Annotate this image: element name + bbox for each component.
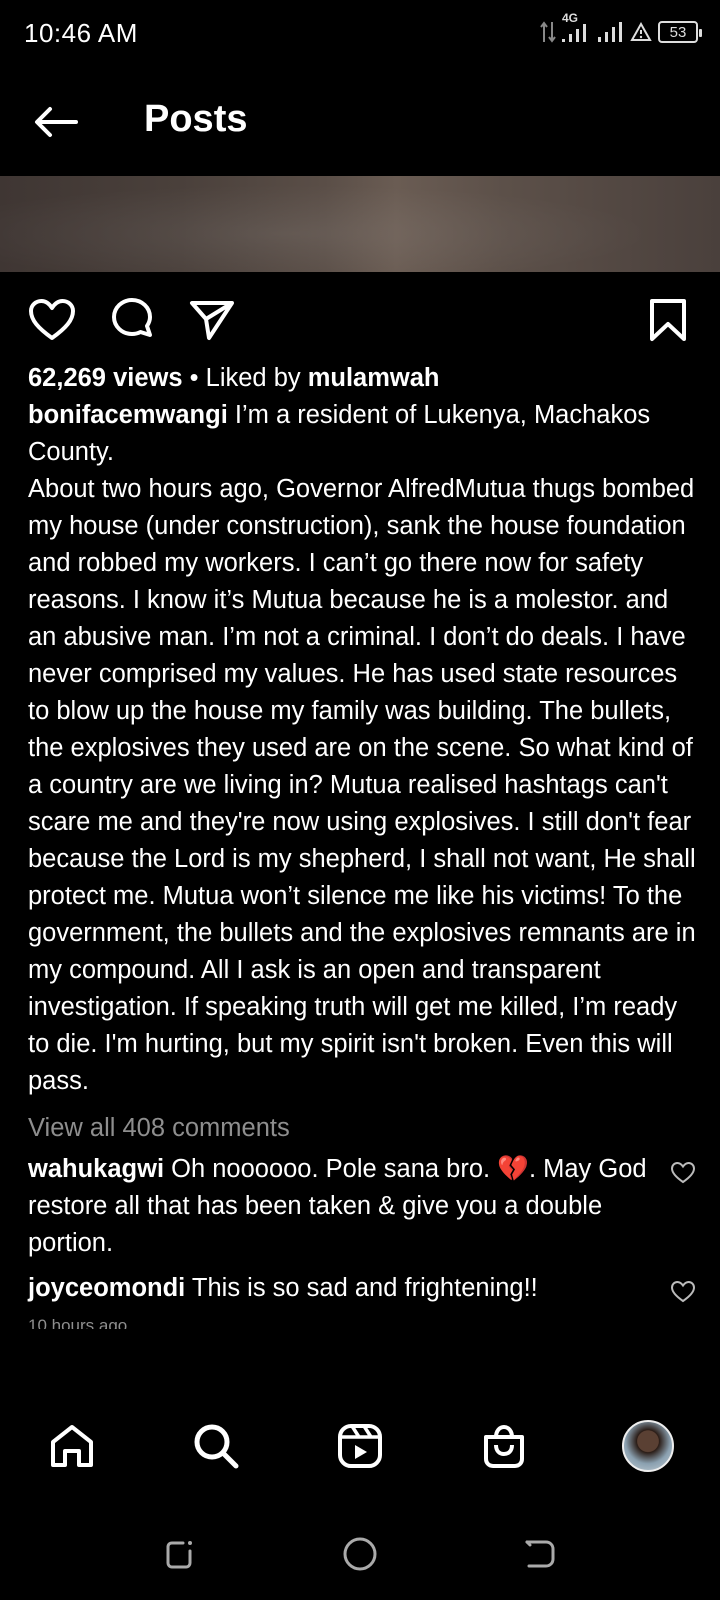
nav-home[interactable]: [44, 1418, 100, 1474]
system-nav-bar: [0, 1516, 720, 1600]
views-count[interactable]: 62,269 views: [28, 364, 183, 392]
bookmark-icon: [650, 299, 686, 341]
comment-icon: [112, 298, 152, 337]
post-stats: 62,269 views • Liked by mulamwah: [28, 360, 700, 397]
battery-indicator: 53: [658, 21, 702, 43]
circle-home-icon: [343, 1537, 377, 1571]
data-arrows-icon: [540, 21, 556, 43]
comment-item: joyceomondi This is so sad and frighteni…: [28, 1270, 700, 1307]
post-media[interactable]: [0, 176, 720, 272]
arrow-left-icon: [35, 107, 78, 137]
status-bar: 10:46 AM 4G 53: [0, 0, 720, 64]
reels-icon: [338, 1424, 382, 1468]
comment-text: This is so sad and frightening!!: [185, 1274, 538, 1302]
bottom-nav: [0, 1404, 720, 1516]
home-icon: [51, 1425, 93, 1467]
comment-button[interactable]: [104, 292, 160, 348]
heart-icon: [670, 1161, 696, 1184]
avatar: [622, 1420, 674, 1472]
comment-item: wahukagwi Oh noooooo. Pole sana bro. 💔. …: [28, 1151, 700, 1262]
author-username[interactable]: bonifacemwangi: [28, 401, 228, 429]
nav-profile[interactable]: [620, 1418, 676, 1474]
post-timestamp: 10 hours ago: [28, 1316, 128, 1329]
post-action-bar: [0, 292, 720, 348]
post-body: 62,269 views • Liked by mulamwah bonifac…: [28, 360, 700, 1329]
shop-icon: [484, 1424, 524, 1468]
back-button[interactable]: [28, 94, 84, 150]
comment-username[interactable]: joyceomondi: [28, 1274, 185, 1302]
back-gesture-icon: [525, 1540, 555, 1568]
search-icon: [194, 1424, 239, 1469]
save-button[interactable]: [640, 292, 696, 348]
share-button[interactable]: [184, 292, 240, 348]
liked-by-user[interactable]: mulamwah: [308, 364, 440, 392]
liked-by-label: • Liked by: [189, 364, 308, 392]
caption-body: I’m a resident of Lukenya, Machakos Coun…: [28, 401, 696, 1095]
app-header: Posts: [0, 64, 720, 176]
heart-icon: [29, 299, 75, 340]
nav-shop[interactable]: [476, 1418, 532, 1474]
view-all-comments-link[interactable]: View all 408 comments: [28, 1110, 700, 1147]
like-button[interactable]: [24, 292, 80, 348]
recents-button[interactable]: [158, 1532, 202, 1576]
comment-username[interactable]: wahukagwi: [28, 1155, 164, 1183]
heart-icon: [670, 1280, 696, 1303]
network-type: 4G: [562, 11, 579, 25]
status-icons: 4G 53: [540, 11, 702, 46]
alert-icon: [630, 22, 652, 41]
signal-icon: [598, 22, 622, 42]
back-system-button[interactable]: [518, 1532, 562, 1576]
recents-icon: [166, 1541, 192, 1569]
nav-search[interactable]: [188, 1418, 244, 1474]
nav-reels[interactable]: [332, 1418, 388, 1474]
status-time: 10:46 AM: [24, 18, 138, 48]
comment-like-button[interactable]: [670, 1278, 700, 1306]
home-button[interactable]: [338, 1532, 382, 1576]
comment-like-button[interactable]: [670, 1159, 700, 1187]
post-caption: bonifacemwangi I’m a resident of Lukenya…: [28, 397, 700, 1100]
page-title: Posts: [144, 98, 248, 140]
signal-4g-icon: 4G: [562, 11, 592, 43]
send-icon: [190, 301, 234, 340]
